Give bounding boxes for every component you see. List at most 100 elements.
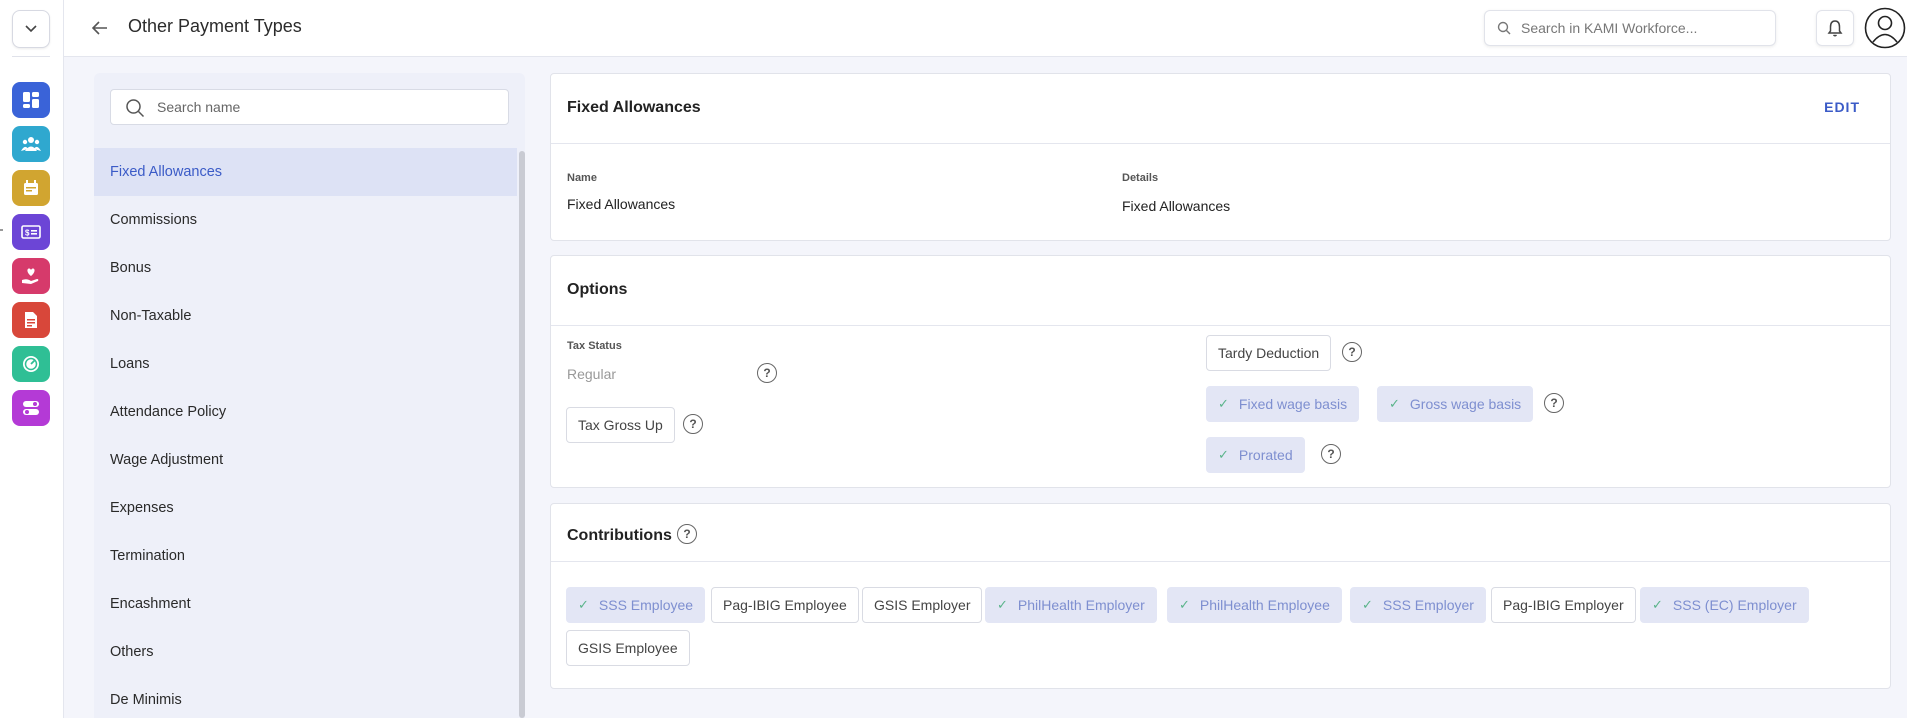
gsis-employee-toggle[interactable]: GSIS Employee [566,630,690,666]
philhealth-employee-label: PhilHealth Employee [1199,597,1330,613]
list-item-attendance-policy[interactable]: Attendance Policy [94,388,517,436]
detail-title: Fixed Allowances [567,99,701,116]
dashboard-icon [23,92,39,108]
tax-gross-up-toggle[interactable]: Tax Gross Up [566,407,675,443]
gross-wage-basis-toggle[interactable]: ✓ Gross wage basis [1377,386,1534,422]
sss-employer-toggle[interactable]: ✓ SSS Employer [1350,587,1486,623]
list-item-encashment[interactable]: Encashment [94,580,517,628]
calendar-app-button[interactable] [12,170,50,206]
sss-employer-label: SSS Employer [1382,597,1474,613]
check-icon: ✓ [1389,396,1400,411]
tax-gross-up-help-icon[interactable]: ? [683,414,703,434]
check-icon: ✓ [578,597,589,612]
rail-menu-toggle[interactable] [12,10,50,48]
benefits-app-button[interactable] [12,258,50,294]
payroll-app-button[interactable]: $ [12,214,50,250]
gsis-employer-toggle[interactable]: GSIS Employer [862,587,983,623]
details-value: Fixed Allowances [1122,198,1231,214]
philhealth-employee-toggle[interactable]: ✓ PhilHealth Employee [1167,587,1342,623]
performance-app-button[interactable] [12,346,50,382]
list-item-loans[interactable]: Loans [94,340,517,388]
documents-app-button[interactable] [12,302,50,338]
heart-hand-icon [22,268,39,284]
contributions-title: Contributions [567,527,672,544]
sss-employee-toggle[interactable]: ✓ SSS Employee [566,587,706,623]
tardy-deduction-help-icon[interactable]: ? [1342,342,1362,362]
check-icon: ✓ [1218,447,1229,462]
sss-employee-label: SSS Employee [598,597,694,613]
payment-type-list: Fixed Allowances Commissions Bonus Non-T… [94,148,517,718]
check-icon: ✓ [1362,597,1373,612]
payroll-card-icon: $ [21,225,41,239]
avatar-icon [1864,7,1906,49]
gauge-icon [23,356,39,372]
list-item-termination[interactable]: Termination [94,532,517,580]
details-label: Details [1122,172,1159,184]
global-search-input[interactable] [1521,11,1771,45]
list-item-commissions[interactable]: Commissions [94,196,517,244]
pag-ibig-employee-label: Pag-IBIG Employee [723,597,847,613]
search-icon [1497,21,1511,35]
contributions-help-icon[interactable]: ? [677,524,697,544]
detail-card-header: Fixed Allowances EDIT [551,74,1890,144]
fixed-wage-basis-label: Fixed wage basis [1238,396,1348,412]
philhealth-employer-toggle[interactable]: ✓ PhilHealth Employer [985,587,1157,623]
dashboard-app-button[interactable] [12,82,50,118]
tardy-deduction-label: Tardy Deduction [1218,345,1320,361]
tardy-deduction-toggle[interactable]: Tardy Deduction [1206,335,1332,371]
search-icon [126,99,145,118]
rail-indicator [0,229,3,231]
bell-icon [1827,20,1843,37]
list-item-fixed-allowances[interactable]: Fixed Allowances [94,148,517,196]
options-card-header: Options [551,256,1890,326]
list-item-wage-adjustment[interactable]: Wage Adjustment [94,436,517,484]
prorated-label: Prorated [1238,447,1293,463]
name-label: Name [567,172,597,184]
people-icon [21,137,41,151]
top-bar: Other Payment Types [64,0,1907,57]
pag-ibig-employee-toggle[interactable]: Pag-IBIG Employee [711,587,859,623]
prorated-toggle[interactable]: ✓ Prorated [1206,437,1305,473]
list-item-de-minimis[interactable]: De Minimis [94,676,517,718]
contributions-card-header: Contributions ? [551,504,1890,562]
pag-ibig-employer-toggle[interactable]: Pag-IBIG Employer [1491,587,1636,623]
payment-types-panel: Fixed Allowances Commissions Bonus Non-T… [94,73,525,718]
settings-app-button[interactable] [12,390,50,426]
calendar-icon [24,180,38,195]
check-icon: ✓ [1652,597,1663,612]
document-icon [25,312,37,328]
philhealth-employer-label: PhilHealth Employer [1017,597,1145,613]
list-item-non-taxable[interactable]: Non-Taxable [94,292,517,340]
page-title: Other Payment Types [128,16,302,36]
list-search[interactable] [110,89,509,125]
notifications-button[interactable] [1816,10,1854,46]
edit-button[interactable]: EDIT [1824,99,1860,115]
arrow-left-icon [92,21,107,35]
tax-status-label: Tax Status [567,340,622,352]
fixed-wage-basis-toggle[interactable]: ✓ Fixed wage basis [1206,386,1360,422]
list-item-others[interactable]: Others [94,628,517,676]
user-avatar-button[interactable] [1864,7,1906,49]
tax-gross-up-label: Tax Gross Up [578,417,663,433]
tax-status-help-icon[interactable]: ? [757,363,777,383]
back-button[interactable] [88,16,112,40]
prorated-help-icon[interactable]: ? [1321,444,1341,464]
global-search[interactable] [1484,10,1776,46]
check-icon: ✓ [1218,396,1229,411]
app-rail: $ [0,0,64,718]
list-item-expenses[interactable]: Expenses [94,484,517,532]
chevron-down-icon [25,25,37,33]
options-card: Options Tax Status Regular ? Tax Gross U… [550,255,1891,488]
sss-ec-employer-toggle[interactable]: ✓ SSS (EC) Employer [1640,587,1809,623]
name-value: Fixed Allowances [567,196,676,212]
list-item-bonus[interactable]: Bonus [94,244,517,292]
detail-card: Fixed Allowances EDIT Name Fixed Allowan… [550,73,1891,241]
wage-basis-help-icon[interactable]: ? [1544,393,1564,413]
people-app-button[interactable] [12,126,50,162]
gsis-employer-label: GSIS Employer [874,597,971,613]
list-scrollbar[interactable] [519,151,525,718]
toggles-icon [23,401,39,415]
gross-wage-basis-label: Gross wage basis [1409,396,1522,412]
list-search-input[interactable] [157,90,497,124]
check-icon: ✓ [1179,597,1190,612]
